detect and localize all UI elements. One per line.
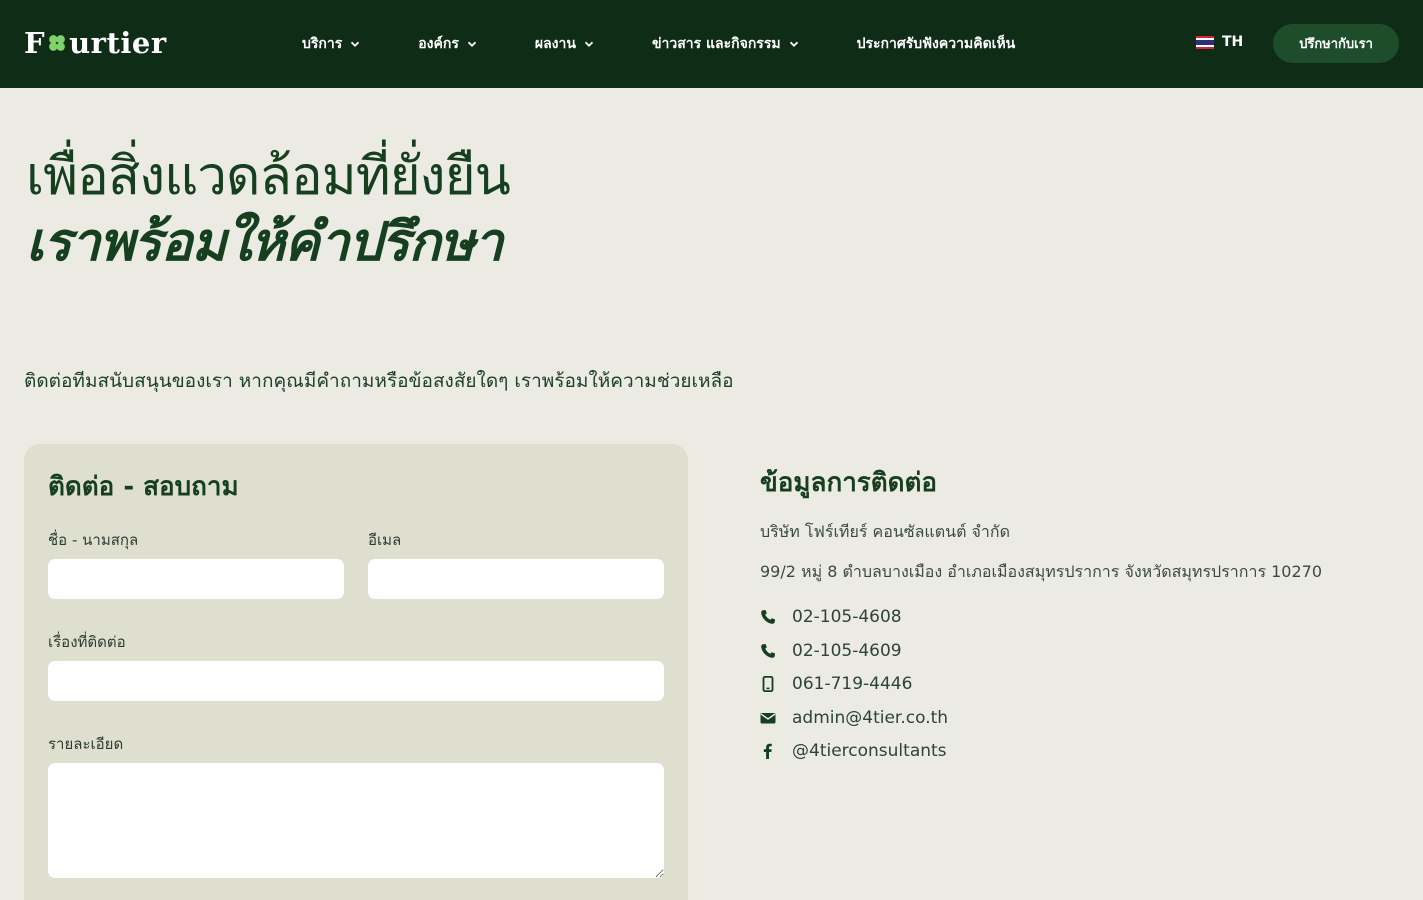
name-label: ชื่อ - นามสกุล — [48, 531, 139, 549]
company-address: 99/2 หมู่ 8 ตำบลบางเมือง อำเภอเมืองสมุทร… — [760, 562, 1323, 581]
subject-input[interactable] — [48, 661, 664, 701]
contact-info-title: ข้อมูลการติดต่อ — [760, 468, 938, 498]
nav-item-organization[interactable]: องค์กร — [418, 33, 477, 55]
contact-text: @4tierconsultants — [792, 741, 947, 761]
contact-mobile[interactable]: 061-719-4446 — [760, 674, 912, 694]
nav-label: บริการ — [302, 36, 343, 52]
contact-phone-2[interactable]: 02-105-4609 — [760, 641, 902, 661]
thai-flag-icon — [1196, 35, 1214, 49]
name-input[interactable] — [48, 559, 344, 599]
chevron-down-icon — [584, 41, 594, 47]
logo-text-suffix: urtier — [69, 26, 167, 60]
language-switcher[interactable]: TH — [1196, 34, 1243, 50]
contact-email[interactable]: admin@4tier.co.th — [760, 708, 948, 728]
nav-item-portfolio[interactable]: ผลงาน — [535, 33, 594, 55]
email-label: อีเมล — [368, 531, 402, 549]
nav-item-services[interactable]: บริการ — [302, 33, 360, 55]
contact-text: 061-719-4446 — [792, 674, 913, 694]
nav-label: ประกาศรับฟังความคิดเห็น — [856, 36, 1016, 52]
details-textarea[interactable] — [48, 763, 664, 878]
consult-button[interactable]: ปรึกษากับเรา — [1273, 24, 1399, 63]
language-code: TH — [1222, 34, 1244, 50]
contact-text: 02-105-4608 — [792, 607, 902, 627]
hero-title-line2: เราพร้อมให้คำปรึกษา — [26, 212, 503, 273]
phone-icon — [760, 609, 776, 625]
nav-label: องค์กร — [418, 36, 459, 52]
chevron-down-icon — [789, 41, 798, 47]
nav-item-public-hearing[interactable]: ประกาศรับฟังความคิดเห็น — [857, 33, 1016, 55]
site-header: F urtier บริการ องค์กร ผลงาน ข่าวสาร และ… — [0, 0, 1423, 88]
details-label: รายละเอียด — [48, 735, 124, 753]
subject-label: เรื่องที่ติดต่อ — [48, 633, 126, 651]
chevron-down-icon — [351, 41, 360, 47]
form-title: ติดต่อ - สอบถาม — [48, 472, 239, 502]
contact-text: admin@4tier.co.th — [792, 708, 949, 728]
brand-logo[interactable]: F urtier — [24, 26, 167, 60]
email-input[interactable] — [368, 559, 664, 599]
contact-phone-1[interactable]: 02-105-4608 — [760, 607, 902, 627]
nav-label: ข่าวสาร และกิจกรรม — [651, 36, 781, 52]
facebook-icon — [760, 743, 776, 759]
clover-icon — [49, 35, 65, 51]
contact-facebook[interactable]: @4tierconsultants — [760, 741, 947, 761]
company-name: บริษัท โฟร์เทียร์ คอนซัลแตนต์ จำกัด — [760, 522, 1010, 541]
chevron-down-icon — [467, 41, 477, 47]
logo-text-prefix: F — [24, 26, 46, 60]
intro-text: ติดต่อทีมสนับสนุนของเรา หากคุณมีคำถามหรื… — [24, 370, 734, 392]
email-icon — [760, 710, 776, 726]
main-nav: บริการ องค์กร ผลงาน ข่าวสาร และกิจกรรม ป… — [302, 0, 1015, 88]
contact-form-card: ติดต่อ - สอบถาม ชื่อ - นามสกุล อีเมล เรื… — [24, 444, 688, 900]
mobile-icon — [760, 676, 776, 692]
nav-label: ผลงาน — [534, 36, 576, 52]
nav-item-news-activities[interactable]: ข่าวสาร และกิจกรรม — [652, 33, 799, 55]
contact-text: 02-105-4609 — [792, 641, 902, 661]
phone-icon — [760, 643, 776, 659]
